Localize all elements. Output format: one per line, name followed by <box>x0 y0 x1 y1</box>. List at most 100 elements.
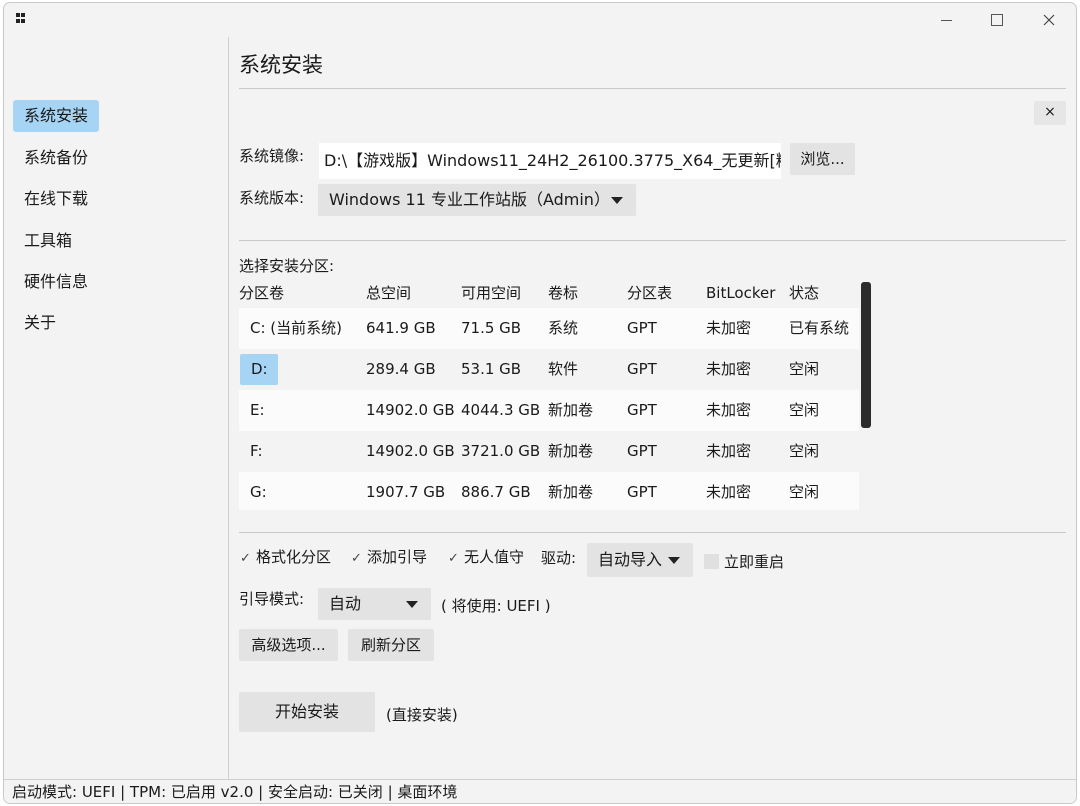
sidebar-item-about[interactable]: 关于 <box>13 307 67 339</box>
col-label-header: 卷标 <box>548 284 579 302</box>
cell-bitlocker: 未加密 <box>706 483 752 501</box>
cell-volume: C: (当前系统) <box>250 319 342 337</box>
table-row[interactable]: G: 1907.7 GB 886.7 GB 新加卷 GPT 未加密 空闲 <box>239 472 859 510</box>
image-path-field[interactable]: D:\【游戏版】Windows11_24H2_26100.3775_X64_无更… <box>319 143 781 179</box>
add-boot-label: 添加引导 <box>367 548 428 566</box>
col-status-header: 状态 <box>789 284 820 302</box>
format-label: 格式化分区 <box>256 548 332 566</box>
browse-button[interactable]: 浏览... <box>790 143 855 175</box>
cell-total: 14902.0 GB <box>366 442 455 460</box>
unattended-label: 无人值守 <box>464 548 525 566</box>
col-table-header: 分区表 <box>627 284 673 302</box>
app-icon <box>16 13 26 23</box>
driver-label: 驱动: <box>541 549 577 567</box>
reboot-checkbox[interactable]: 立即重启 <box>704 552 784 572</box>
format-checkbox[interactable]: ✓ 格式化分区 <box>240 547 331 569</box>
boot-mode-note: ( 将使用: UEFI ) <box>441 597 551 615</box>
cell-label: 新加卷 <box>548 483 594 501</box>
dropdown-arrow-icon <box>668 557 680 564</box>
cell-free: 53.1 GB <box>461 360 522 378</box>
col-volume-header: 分区卷 <box>239 284 285 302</box>
version-label: 系统版本: <box>239 189 305 207</box>
cell-label: 系统 <box>548 319 579 337</box>
cell-status: 空闲 <box>789 442 820 460</box>
sidebar-item-system-backup[interactable]: 系统备份 <box>13 142 99 174</box>
boot-mode-value: 自动 <box>329 594 362 613</box>
cell-status: 空闲 <box>789 401 820 419</box>
cell-volume: F: <box>250 442 263 460</box>
boot-mode-select[interactable]: 自动 <box>318 588 431 620</box>
cell-free: 71.5 GB <box>461 319 522 337</box>
dropdown-arrow-icon <box>406 601 418 608</box>
status-bar: 启动模式: UEFI | TPM: 已启用 v2.0 | 安全启动: 已关闭 |… <box>4 779 1076 803</box>
unattended-checkbox[interactable]: ✓ 无人值守 <box>448 547 524 569</box>
cell-total: 1907.7 GB <box>366 483 446 501</box>
driver-value: 自动导入 <box>598 550 663 569</box>
sidebar: 系统安装 系统备份 在线下载 工具箱 硬件信息 关于 <box>4 37 229 779</box>
sidebar-item-hardware-info[interactable]: 硬件信息 <box>13 266 99 298</box>
cell-total: 289.4 GB <box>366 360 436 378</box>
table-row[interactable]: C: (当前系统) 641.9 GB 71.5 GB 系统 GPT 未加密 已有… <box>239 308 859 349</box>
cell-status: 已有系统 <box>789 319 850 337</box>
cell-volume: G: <box>250 483 267 501</box>
col-total-header: 总空间 <box>366 284 412 302</box>
image-label: 系统镜像: <box>239 147 305 165</box>
add-boot-checkbox[interactable]: ✓ 添加引导 <box>351 547 427 569</box>
cell-total: 641.9 GB <box>366 319 436 337</box>
cell-label: 新加卷 <box>548 401 594 419</box>
cell-bitlocker: 未加密 <box>706 319 752 337</box>
table-scrollbar[interactable] <box>861 282 871 428</box>
cell-free: 886.7 GB <box>461 483 531 501</box>
cell-table: GPT <box>627 442 657 460</box>
main-panel: 系统安装 × 系统镜像: D:\【游戏版】Windows11_24H2_2610… <box>230 37 1076 779</box>
cell-label: 软件 <box>548 360 579 378</box>
reboot-label: 立即重启 <box>724 553 785 571</box>
close-window-button[interactable] <box>1026 3 1072 37</box>
minimize-button[interactable] <box>923 3 969 37</box>
dropdown-arrow-icon <box>611 197 623 204</box>
sidebar-item-online-download[interactable]: 在线下载 <box>13 183 99 215</box>
cell-table: GPT <box>627 319 657 337</box>
app-window: 系统安装 系统备份 在线下载 工具箱 硬件信息 关于 系统安装 × 系统镜像: … <box>3 2 1077 804</box>
cell-status: 空闲 <box>789 360 820 378</box>
install-note: (直接安装) <box>386 706 458 724</box>
page-title: 系统安装 <box>239 53 323 77</box>
cell-status: 空闲 <box>789 483 820 501</box>
cell-bitlocker: 未加密 <box>706 401 752 419</box>
sidebar-item-system-install[interactable]: 系统安装 <box>13 100 100 132</box>
cell-free: 3721.0 GB <box>461 442 541 460</box>
close-icon <box>1043 14 1055 26</box>
cell-table: GPT <box>627 401 657 419</box>
table-row-selected[interactable]: D: 289.4 GB 53.1 GB 软件 GPT 未加密 空闲 <box>239 349 859 390</box>
driver-select[interactable]: 自动导入 <box>587 543 693 577</box>
boot-mode-label: 引导模式: <box>239 590 305 608</box>
divider <box>239 240 1066 241</box>
advanced-options-button[interactable]: 高级选项... <box>239 629 338 661</box>
refresh-partitions-button[interactable]: 刷新分区 <box>348 629 434 661</box>
version-select[interactable]: Windows 11 专业工作站版（Admin） <box>318 184 636 216</box>
partition-label: 选择安装分区: <box>239 257 335 275</box>
start-install-button[interactable]: 开始安装 <box>239 692 375 732</box>
cell-total: 14902.0 GB <box>366 401 455 419</box>
checkmark-icon: ✓ <box>240 551 251 566</box>
table-row[interactable]: F: 14902.0 GB 3721.0 GB 新加卷 GPT 未加密 空闲 <box>239 431 859 472</box>
dismiss-button[interactable]: × <box>1034 101 1066 125</box>
version-value: Windows 11 专业工作站版（Admin） <box>329 190 610 209</box>
cell-bitlocker: 未加密 <box>706 360 752 378</box>
cell-label: 新加卷 <box>548 442 594 460</box>
cell-table: GPT <box>627 483 657 501</box>
divider <box>239 88 1066 89</box>
cell-bitlocker: 未加密 <box>706 442 752 460</box>
divider <box>239 532 1066 533</box>
cell-table: GPT <box>627 360 657 378</box>
checkmark-icon: ✓ <box>351 551 362 566</box>
cell-volume: E: <box>250 401 265 419</box>
partition-table: 分区卷 总空间 可用空间 卷标 分区表 BitLocker 状态 C: (当前系… <box>239 281 870 510</box>
cell-volume: D: <box>240 354 278 385</box>
table-row[interactable]: E: 14902.0 GB 4044.3 GB 新加卷 GPT 未加密 空闲 <box>239 390 859 431</box>
sidebar-item-toolbox[interactable]: 工具箱 <box>13 225 83 257</box>
col-bitlocker-header: BitLocker <box>706 284 776 302</box>
checkmark-icon: ✓ <box>448 551 459 566</box>
maximize-button[interactable] <box>974 3 1020 37</box>
cell-free: 4044.3 GB <box>461 401 541 419</box>
